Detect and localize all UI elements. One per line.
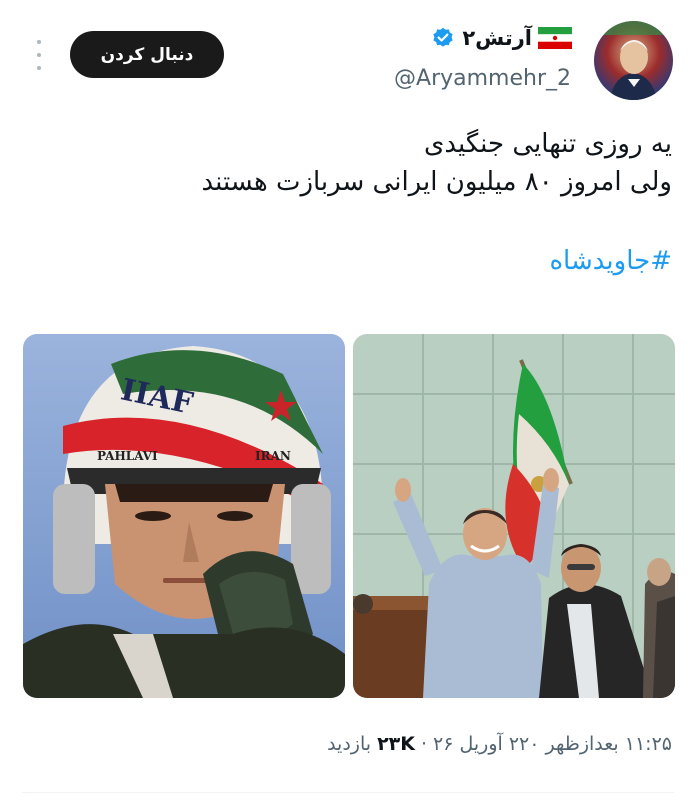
- more-options-button[interactable]: [30, 40, 48, 70]
- tweet-meta: ۱۱:۲۵ بعدازظهر ۲۲۰ آوریل ۲۶ · ۲۳K بازدید: [327, 733, 672, 755]
- meta-dot: ·: [420, 733, 428, 755]
- more-dot: [37, 66, 41, 70]
- profile-photo-icon: [594, 21, 673, 100]
- more-vertical-icon: [37, 40, 41, 44]
- meta-separator[interactable]: ۲۲۰ آوریل ۲۶: [433, 733, 539, 755]
- views-count: ۲۳K: [377, 733, 415, 755]
- hashtag-link[interactable]: #جاویدشاه: [549, 246, 672, 276]
- avatar[interactable]: [594, 21, 673, 100]
- tweet-time[interactable]: ۱۱:۲۵ بعدازظهر: [545, 733, 672, 755]
- author-handle[interactable]: @Aryammehr_2: [394, 66, 571, 91]
- tweet-line-1: یه روزی تنهایی جنگیدی: [423, 129, 672, 159]
- display-name: آرتش۲: [462, 26, 532, 50]
- helmet-iran-text: IRAN: [255, 449, 291, 463]
- author-name-row[interactable]: آرتش۲: [432, 26, 572, 50]
- follow-button[interactable]: دنبال کردن: [70, 31, 224, 78]
- photo-pilot-helmet[interactable]: IIAF PAHLAVI IRAN: [23, 334, 345, 698]
- pilot-helmet-image: IIAF PAHLAVI IRAN: [23, 334, 345, 698]
- divider: [22, 792, 674, 793]
- views-label: بازدید: [327, 733, 372, 755]
- tweet-text: یه روزی تنهایی جنگیدی ولی امروز ۸۰ میلیو…: [32, 125, 672, 201]
- tweet-media: IIAF PAHLAVI IRAN: [23, 334, 675, 698]
- helmet-pahlavi-text: PAHLAVI: [97, 449, 158, 463]
- tweet-line-2: ولی امروز ۸۰ میلیون ایرانی سربازت هستند: [201, 167, 672, 197]
- photo-flag-rally[interactable]: [353, 334, 675, 698]
- iran-flag-icon: [538, 27, 572, 49]
- rally-flag-image: [353, 334, 675, 698]
- verified-badge-icon: [433, 27, 453, 47]
- more-dot: [37, 53, 41, 57]
